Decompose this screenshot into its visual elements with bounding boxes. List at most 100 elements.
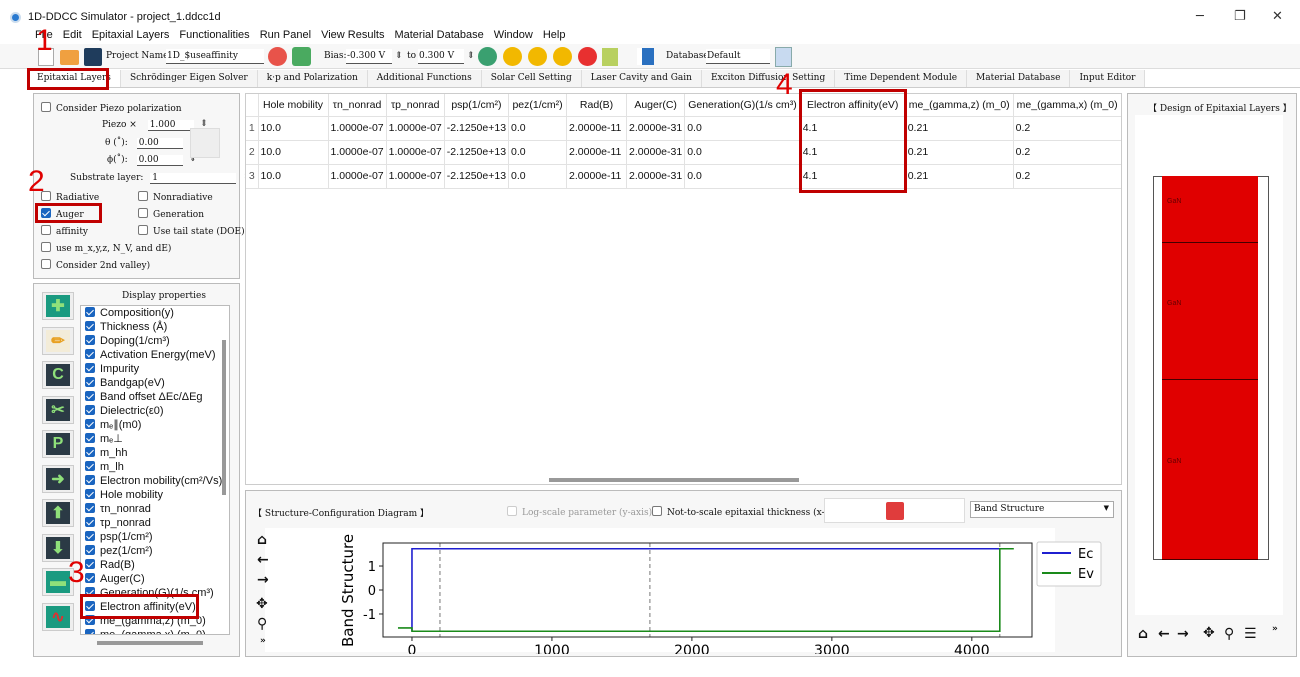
table-cell[interactable]: 0.0 (684, 116, 801, 141)
table-cell[interactable]: 0.0 (508, 116, 568, 141)
table-cell[interactable]: 1.0000e-07 (328, 140, 387, 165)
list-horizontal-scrollbar[interactable] (97, 641, 203, 645)
display-property-item[interactable]: Band offset ΔEc/ΔEg (81, 390, 229, 404)
tab-solar-cell[interactable]: Solar Cell Setting (481, 70, 582, 87)
checkbox-box[interactable] (85, 447, 95, 457)
checkbox-box[interactable] (138, 191, 148, 201)
forward-arrow-icon[interactable]: → (1177, 626, 1189, 642)
table-cell[interactable]: 2.0000e-31 (626, 116, 686, 141)
checkbox-box[interactable] (85, 475, 95, 485)
checkbox-box[interactable] (85, 461, 95, 471)
table-cell[interactable]: 0.0 (508, 140, 568, 165)
paste-button[interactable]: P (42, 430, 74, 458)
display-property-item[interactable]: τn_nonrad (81, 502, 229, 516)
epitaxial-layer-block[interactable]: GaN (1162, 176, 1258, 243)
menu-material-database[interactable]: Material Database (389, 27, 488, 44)
table-cell[interactable]: 10.0 (258, 140, 329, 165)
display-property-item[interactable]: Hole mobility (81, 488, 229, 502)
table-cell[interactable]: 1.0000e-07 (386, 116, 445, 141)
tab-additional-functions[interactable]: Additional Functions (367, 70, 482, 87)
move-up-button[interactable]: ⬆ (42, 499, 74, 527)
settings-run-icon[interactable] (478, 47, 497, 66)
plot-button[interactable] (824, 498, 965, 523)
table-cell[interactable]: 0.21 (905, 164, 1014, 189)
use-mxyz-checkbox[interactable]: use m_x,y,z, N_V, and dE) (41, 242, 171, 254)
table-cell[interactable]: 2.0000e-11 (566, 140, 628, 165)
table-cell[interactable]: 0.2 (1013, 140, 1121, 165)
display-property-item[interactable]: Rad(B) (81, 558, 229, 572)
piezo-checkbox[interactable]: Consider Piezo polarization (41, 102, 182, 114)
tail-state-checkbox[interactable]: Use tail state (DOE) (138, 225, 245, 237)
epitaxial-layer-block[interactable]: GaN (1162, 243, 1258, 380)
home-icon[interactable]: ⌂ (1138, 626, 1148, 642)
checkbox-box[interactable] (85, 517, 95, 527)
insert-button[interactable]: ➜ (42, 464, 74, 493)
table-row[interactable]: 2 10.0 1.0000e-07 1.0000e-07 -2.1250e+13 0.0 2… (246, 140, 1122, 165)
menu-window[interactable]: Window (489, 27, 538, 44)
project-name-input[interactable]: 1D_$useaffinity (166, 49, 264, 64)
display-property-item[interactable]: Activation Energy(meV) (81, 348, 229, 362)
checkbox-box[interactable] (652, 506, 662, 516)
tab-time-dependent[interactable]: Time Dependent Module (835, 70, 968, 87)
checkbox-box[interactable] (138, 225, 148, 235)
display-property-item[interactable]: m_lh (81, 460, 229, 474)
table-cell[interactable]: -2.1250e+13 (444, 140, 510, 165)
checkbox-box[interactable] (85, 335, 95, 345)
menu-view-results[interactable]: View Results (316, 27, 389, 44)
tab-exciton-diffusion[interactable]: Exciton Diffusion Setting (701, 70, 836, 87)
epitaxial-layer-block[interactable]: GaN (1162, 380, 1258, 560)
theta-input[interactable]: 0.00 (136, 137, 197, 149)
bias-to-spinner[interactable]: ⇕ (467, 51, 475, 61)
table-cell[interactable]: 0.2 (1013, 116, 1121, 141)
table-cell[interactable]: 2.0000e-11 (566, 116, 628, 141)
clean-icon[interactable] (602, 48, 618, 66)
table-cell[interactable] (1121, 140, 1122, 164)
bias-to-input[interactable]: 0.300 V (418, 49, 464, 64)
table-horizontal-scrollbar[interactable] (549, 478, 799, 482)
table-cell[interactable]: 2.0000e-31 (626, 164, 686, 189)
tab-kp-polarization[interactable]: k·p and Polarization (257, 70, 368, 87)
menu-run-panel[interactable]: Run Panel (255, 27, 316, 44)
tab-laser-cavity[interactable]: Laser Cavity and Gain (581, 70, 702, 87)
refresh-icon[interactable] (268, 47, 287, 66)
column-header[interactable] (1121, 94, 1122, 116)
not-to-scale-checkbox[interactable]: Not-to-scale epitaxial thickness (x-axis… (652, 506, 846, 518)
table-cell[interactable]: 0.0 (684, 140, 801, 165)
checkbox-box[interactable] (85, 391, 95, 401)
display-property-item[interactable]: mₑ⊥ (81, 432, 229, 446)
table-cell[interactable]: 2.0000e-31 (626, 140, 686, 165)
stop-icon[interactable] (578, 47, 597, 66)
copy-button[interactable]: C (42, 361, 74, 389)
plot-type-select[interactable]: Band Structure ▼ (970, 501, 1114, 518)
close-button[interactable]: ✕ (1272, 9, 1283, 24)
column-header[interactable]: me_(gamma,x) (m_0) (1013, 94, 1121, 117)
list-vertical-scrollbar[interactable] (222, 340, 226, 495)
table-cell[interactable]: 0.0 (508, 164, 568, 189)
table-cell[interactable]: 0.2 (1013, 164, 1121, 189)
checkbox-box[interactable] (85, 321, 95, 331)
back-arrow-icon[interactable]: ← (1158, 626, 1170, 642)
display-property-item[interactable]: Doping(1/cm³) (81, 334, 229, 348)
minimize-button[interactable]: ─ (1196, 9, 1204, 24)
column-header[interactable]: Hole mobility (258, 94, 329, 117)
table-cell[interactable]: -2.1250e+13 (444, 116, 510, 141)
column-header[interactable]: psp(1/cm²) (444, 94, 510, 117)
table-cell[interactable] (1121, 164, 1122, 188)
display-property-item[interactable]: τp_nonrad (81, 516, 229, 530)
bias-from-spinner[interactable]: ⇕ (395, 51, 403, 61)
checkbox-box[interactable] (85, 545, 95, 555)
display-property-item[interactable]: pez(1/cm²) (81, 544, 229, 558)
checkbox-box[interactable] (85, 349, 95, 359)
display-property-item[interactable]: Bandgap(eV) (81, 376, 229, 390)
edit-button[interactable]: ✏ (42, 326, 74, 355)
more-icon[interactable]: » (1272, 624, 1278, 634)
menu-help[interactable]: Help (538, 27, 571, 44)
display-property-item[interactable]: Electron mobility(cm²/Vs) (81, 474, 229, 488)
run-print-icon[interactable] (553, 47, 572, 66)
column-header[interactable]: Rad(B) (566, 94, 628, 117)
save-icon[interactable] (84, 48, 102, 66)
radiative-checkbox[interactable]: Radiative (41, 191, 99, 203)
configure-icon[interactable]: ☰ (1244, 626, 1257, 642)
pan-icon[interactable]: ✥ (1203, 625, 1215, 641)
checkbox-box[interactable] (85, 363, 95, 373)
